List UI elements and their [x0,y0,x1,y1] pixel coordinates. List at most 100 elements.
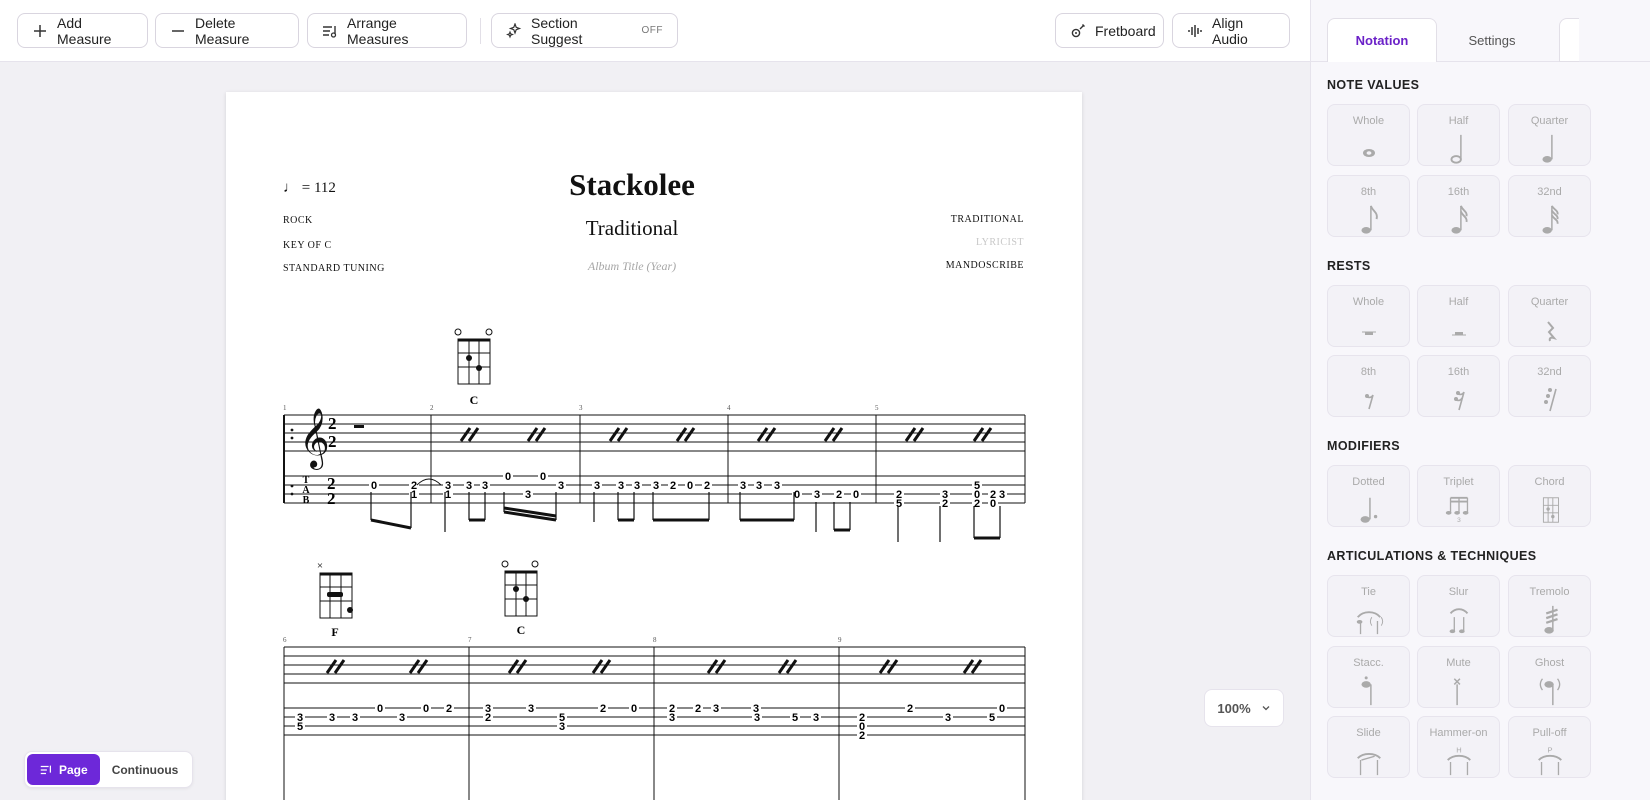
tab-number[interactable]: 0 [631,703,637,715]
tab-number[interactable]: 2 [695,703,701,715]
add-measure-button[interactable]: Add Measure [17,13,148,48]
eighth-rest-button[interactable]: 8th [1327,355,1410,417]
tab-number[interactable]: 3 [653,480,659,492]
tab-number[interactable]: 0 [371,480,377,492]
slur-button[interactable]: Slur [1417,575,1500,637]
delete-measure-button[interactable]: Delete Measure [155,13,299,48]
zoom-select[interactable]: 100% [1204,689,1284,727]
half-rest-button[interactable]: Half [1417,285,1500,347]
tab-number[interactable]: 5 [989,712,995,724]
tab-number[interactable]: 3 [482,480,488,492]
tab-number[interactable]: 0 [853,489,859,501]
tab-number[interactable]: 3 [634,480,640,492]
tab-number[interactable]: 3 [352,712,358,724]
tab-number[interactable]: 3 [618,480,624,492]
tab-number[interactable]: 3 [399,712,405,724]
tab-number[interactable]: 3 [740,480,746,492]
tab-number[interactable]: 3 [774,480,780,492]
tab-number[interactable]: 3 [669,712,675,724]
tab-number[interactable]: 2 [942,498,948,510]
staccato-button[interactable]: Stacc. [1327,646,1410,708]
tab-number[interactable]: 2 [836,489,842,501]
tie-button[interactable]: Tie [1327,575,1410,637]
page-view-label: Page [59,762,88,777]
tab-number[interactable]: 3 [559,721,565,733]
mute-button[interactable]: Mute [1417,646,1500,708]
eighth-note-button[interactable]: 8th [1327,175,1410,237]
score-page[interactable]: ♩ = 112 ROCK KEY OF C STANDARD TUNING St… [226,92,1082,800]
thirty-second-rest-button[interactable]: 32nd [1508,355,1591,417]
tab-number[interactable]: 3 [753,703,759,715]
thirty-second-note-button[interactable]: 32nd [1508,175,1591,237]
quarter-note-button[interactable]: Quarter [1508,104,1591,166]
dotted-button[interactable]: Dotted [1327,465,1410,527]
tab-numbers-row-2[interactable]: 353 3030 2 323532 0 232 33 5 3 2023 5023 [295,703,1007,742]
page-view-button[interactable]: Page [27,754,100,785]
tab-number[interactable]: 1 [411,489,417,501]
tab-number[interactable]: 0 [377,703,383,715]
continuous-view-button[interactable]: Continuous [100,754,191,785]
staff-row-2[interactable] [283,646,1026,800]
pull-off-button[interactable]: Pull-off P [1508,716,1591,778]
whole-rest-button[interactable]: Whole [1327,285,1410,347]
tab-number[interactable]: 5 [974,480,980,492]
chord-diagram-f[interactable]: × F [317,560,353,639]
tab-number[interactable]: 3 [945,712,951,724]
fretboard-button[interactable]: Fretboard [1055,13,1164,48]
tab-number[interactable]: 2 [446,703,452,715]
half-rest-icon [1451,332,1466,336]
tab-number[interactable]: 3 [713,703,719,715]
tab-number[interactable]: 5 [896,498,902,510]
tab-number[interactable]: 2 [907,703,913,715]
tab-numbers-row-1[interactable]: 0 21313 30303 3 3 3 3 2 0 2 3 3 30 3 2 0 2532022053 [369,471,1007,510]
tab-number[interactable]: 3 [756,480,762,492]
tab-settings[interactable]: Settings [1437,18,1547,62]
tremolo-button[interactable]: Tremolo [1508,575,1591,637]
score-canvas[interactable]: ♩ = 112 ROCK KEY OF C STANDARD TUNING St… [0,62,1310,800]
tab-number[interactable]: 3 [528,703,534,715]
tab-number[interactable]: 0 [687,480,693,492]
whole-note-button[interactable]: Whole [1327,104,1410,166]
tab-number[interactable]: 2 [670,480,676,492]
tab-number[interactable]: 3 [594,480,600,492]
arrange-measures-button[interactable]: Arrange Measures [307,13,467,48]
tab-number[interactable]: 2 [974,498,980,510]
tab-notation[interactable]: Notation [1327,18,1437,62]
tab-more[interactable] [1559,18,1579,62]
tab-number[interactable]: 5 [792,712,798,724]
tab-number[interactable]: 2 [600,703,606,715]
hammer-on-button[interactable]: Hammer-on H [1417,716,1500,778]
tab-number[interactable]: 5 [297,721,303,733]
tab-number[interactable]: 0 [505,471,511,483]
tab-number[interactable]: 3 [329,712,335,724]
tab-number[interactable]: 3 [466,480,472,492]
tab-number[interactable]: 3 [813,712,819,724]
tab-number[interactable]: 0 [540,471,546,483]
tab-number[interactable]: 0 [794,489,800,501]
quarter-rest-button[interactable]: Quarter [1508,285,1591,347]
section-suggest-toggle[interactable]: Section Suggest OFF [491,13,678,48]
tab-number[interactable]: 2 [485,712,491,724]
tab-number[interactable]: 0 [990,498,996,510]
tab-number[interactable]: 3 [558,480,564,492]
tab-number[interactable]: 3 [999,489,1005,501]
tab-number[interactable]: 3 [814,489,820,501]
delete-measure-label: Delete Measure [195,14,250,47]
align-audio-button[interactable]: Align Audio [1172,13,1290,48]
chord-diagram-c[interactable]: C [501,560,539,637]
sixteenth-note-button[interactable]: 16th [1417,175,1500,237]
chord-diagram-c[interactable]: C [454,328,493,407]
slide-button[interactable]: Slide [1327,716,1410,778]
tab-number[interactable]: 0 [999,703,1005,715]
ghost-note-button[interactable]: Ghost [1508,646,1591,708]
sixteenth-rest-button[interactable]: 16th [1417,355,1500,417]
tab-number[interactable]: 3 [525,489,531,501]
score-notation[interactable]: C 1 2 3 4 5 𝄞 2 2 T A B 2 2 0 21313 3030… [226,92,1082,800]
tab-number[interactable]: 1 [445,489,451,501]
tab-number[interactable]: 2 [704,480,710,492]
tab-number[interactable]: 0 [423,703,429,715]
chord-modifier-button[interactable]: Chord [1508,465,1591,527]
tab-number[interactable]: 2 [859,730,865,742]
half-note-button[interactable]: Half [1417,104,1500,166]
triplet-button[interactable]: Triplet 3 [1417,465,1500,527]
